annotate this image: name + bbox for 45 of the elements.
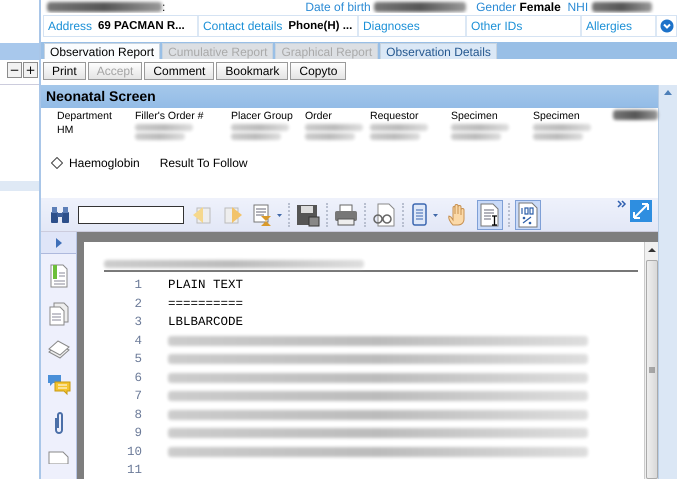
line-number: 2: [133, 296, 142, 311]
document-text: LBLBARCODE: [168, 315, 244, 330]
column-heading: Requestor: [370, 110, 420, 122]
tab[interactable]: Observation Report: [44, 43, 160, 59]
gender-value: Female: [519, 0, 561, 13]
line-number: 4: [133, 334, 142, 348]
field-label: Gender: [476, 0, 516, 13]
document-text: ==========: [168, 296, 244, 311]
column-heading: Filler's Order #: [135, 110, 205, 122]
line-number: 11: [126, 463, 142, 478]
line-number: 5: [133, 352, 142, 366]
info-link[interactable]: Allergies: [586, 19, 632, 33]
column-heading: Specimen: [533, 110, 581, 122]
info-link[interactable]: Diagnoses: [363, 19, 420, 33]
line-number: 9: [133, 426, 142, 440]
info-link[interactable]: Other IDs: [471, 19, 522, 33]
action-button[interactable]: Print: [43, 62, 86, 80]
test-status: Result To Follow: [160, 156, 248, 170]
field-label: :: [162, 0, 166, 13]
line-number: 3: [133, 315, 142, 330]
line-number: 10: [126, 444, 142, 459]
line-number: 8: [133, 408, 142, 422]
action-button[interactable]: Bookmark: [216, 62, 288, 80]
info-link[interactable]: Contact details: [203, 19, 282, 33]
document-text: PLAIN TEXT: [168, 278, 244, 292]
tab[interactable]: Observation Details: [380, 43, 497, 59]
action-button[interactable]: Copyto: [290, 62, 346, 80]
line-number: 6: [133, 370, 142, 385]
column-heading: Specimen: [451, 110, 499, 122]
line-number: 1: [133, 278, 142, 292]
field-label: Date of birth: [305, 0, 371, 13]
zoom-button[interactable]: +: [23, 62, 38, 78]
line-number: 7: [133, 389, 142, 404]
info-value: Phone(H) ...: [288, 20, 352, 32]
column-heading: Order: [305, 110, 333, 122]
column-value: HM: [57, 124, 74, 136]
action-button[interactable]: Comment: [144, 62, 214, 80]
zoom-button[interactable]: −: [7, 62, 22, 78]
field-label: NHI: [567, 0, 588, 13]
info-link[interactable]: Address: [48, 19, 92, 33]
test-name: Haemoglobin: [69, 156, 140, 170]
info-value: 69 PACMAN R...: [98, 20, 185, 32]
column-heading: Placer Group: [231, 110, 294, 122]
column-heading: Department: [57, 110, 113, 122]
report-title: Neonatal Screen: [41, 85, 658, 108]
